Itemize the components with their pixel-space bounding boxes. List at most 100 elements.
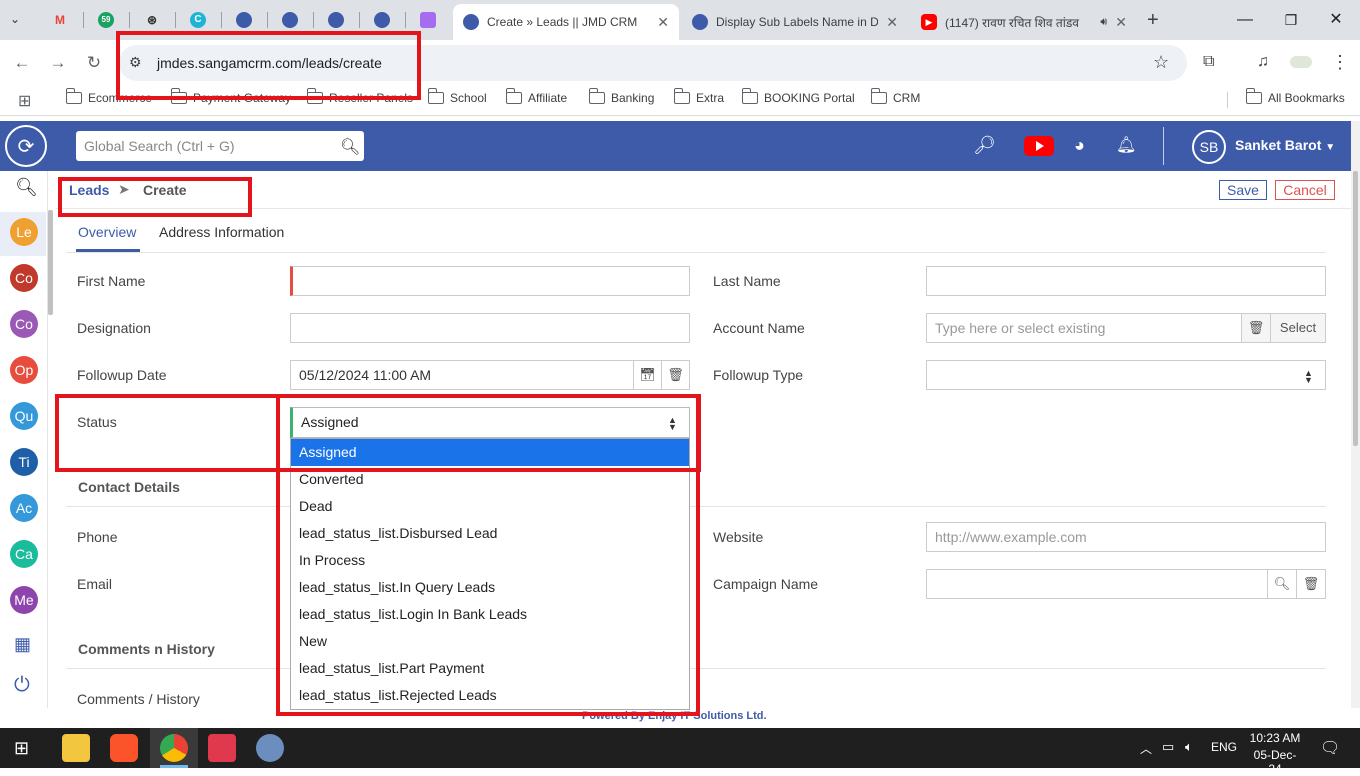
campaign-search-icon[interactable]: 🔍︎	[1267, 569, 1297, 599]
crm-pinned-icon-2[interactable]	[278, 8, 302, 32]
bookmark-folder[interactable]: CRM	[870, 88, 920, 105]
tab-create-leads[interactable]: Create » Leads || JMD CRM ✕	[453, 4, 679, 40]
first-name-field[interactable]	[290, 266, 690, 296]
youtube-icon[interactable]	[1024, 136, 1054, 156]
app-icon[interactable]	[208, 734, 236, 762]
account-name-field[interactable]	[926, 313, 1242, 343]
search-icon[interactable]: 🔍︎	[340, 137, 360, 157]
avatar[interactable]: SB	[1192, 130, 1226, 164]
document-search-icon[interactable]: 🔎︎	[973, 135, 996, 156]
tab-divider	[129, 12, 130, 28]
campaign-name-field[interactable]	[926, 569, 1268, 599]
sidebar-search-icon[interactable]: 🔍︎	[15, 177, 38, 198]
sidebar-item-tickets[interactable]: Ti	[10, 448, 38, 476]
sidebar-item-contacts[interactable]: Co	[10, 264, 38, 292]
close-tab-icon[interactable]: ✕	[886, 14, 898, 31]
apps-grid-icon[interactable]: ⊞	[18, 91, 31, 111]
tab-divider	[175, 12, 176, 28]
close-tab-icon[interactable]: ✕	[1115, 14, 1127, 31]
header-divider	[1163, 127, 1164, 165]
bell-icon[interactable]: 🔔︎	[1116, 135, 1136, 155]
global-search-input[interactable]	[76, 131, 364, 161]
openai-icon[interactable]: ⊛	[140, 8, 164, 32]
tab-overview[interactable]: Overview	[78, 224, 136, 240]
chevron-up-icon[interactable]: ︿	[1140, 740, 1152, 757]
media-control-icon[interactable]: ♫	[1257, 53, 1269, 71]
file-explorer-icon[interactable]	[62, 734, 90, 762]
forward-icon[interactable]: →	[47, 52, 69, 74]
bookmark-folder[interactable]: Extra	[673, 88, 724, 105]
designation-field[interactable]	[290, 313, 690, 343]
minimize-icon[interactable]: —	[1233, 8, 1257, 32]
sidebar-item-calls[interactable]: Ca	[10, 540, 38, 568]
select-account-button[interactable]: Select	[1270, 313, 1326, 343]
paint-icon[interactable]	[256, 734, 284, 762]
crm-logo-icon[interactable]: ⟳	[5, 125, 47, 167]
bookmark-folder[interactable]: Banking	[588, 88, 654, 105]
tab-divider	[359, 12, 360, 28]
bookmark-folder[interactable]: School	[427, 88, 487, 105]
followup-date-field[interactable]: 05/12/2024 11:00 AM	[290, 360, 634, 390]
cancel-button[interactable]: Cancel	[1275, 180, 1335, 200]
all-bookmarks[interactable]: All Bookmarks	[1245, 88, 1345, 105]
new-tab-icon[interactable]: +	[1147, 9, 1159, 32]
sidebar-item-activities[interactable]: Ac	[10, 494, 38, 522]
clear-campaign-trash-icon[interactable]: 🗑︎	[1296, 569, 1326, 599]
user-menu[interactable]: Sanket Barot ▼	[1235, 137, 1335, 153]
chrome-menu-icon[interactable]: ⋮	[1331, 52, 1349, 73]
app-pinned-icon[interactable]	[416, 8, 440, 32]
clock-date[interactable]: 05-Dec-24	[1247, 748, 1303, 776]
pinned-tab-badge[interactable]: 59	[94, 8, 118, 32]
sidebar-scrollbar[interactable]	[48, 210, 53, 315]
windows-start-icon[interactable]: ⊞	[14, 738, 29, 759]
last-name-field[interactable]	[926, 266, 1326, 296]
tab-divider	[267, 12, 268, 28]
tab-youtube[interactable]: ▶ (1147) रावण रचित शिव तांडव 🔊︎ ✕	[911, 4, 1137, 40]
website-field[interactable]	[926, 522, 1326, 552]
notification-icon[interactable]: 🗨︎	[1320, 738, 1340, 758]
network-icon[interactable]: ▭	[1162, 739, 1174, 755]
brave-browser-icon[interactable]	[110, 734, 138, 762]
close-tab-icon[interactable]: ✕	[657, 14, 669, 31]
phone-label: Phone	[77, 529, 118, 545]
canva-icon[interactable]: C	[186, 8, 210, 32]
save-button[interactable]: Save	[1219, 180, 1267, 200]
modules-list-icon[interactable]: ▦	[14, 634, 31, 655]
calendar-icon[interactable]: 📅︎	[633, 360, 662, 390]
bookmark-folder[interactable]: Affiliate	[505, 88, 567, 105]
globe-icon[interactable]: ◕	[1074, 135, 1085, 156]
chrome-icon[interactable]	[160, 734, 188, 762]
active-tab-underline	[76, 249, 140, 252]
power-icon[interactable]: ⏻	[14, 674, 30, 697]
sidebar-item-quotes[interactable]: Qu	[10, 402, 38, 430]
gmail-icon[interactable]: M	[48, 8, 72, 32]
language-indicator[interactable]: ENG	[1211, 740, 1237, 754]
bookmark-folder[interactable]: BOOKING Portal	[741, 88, 855, 105]
tab-address-information[interactable]: Address Information	[159, 224, 284, 240]
clear-account-trash-icon[interactable]: 🗑︎	[1241, 313, 1271, 343]
profile-icon[interactable]	[1290, 56, 1312, 68]
tab-display-sub-labels[interactable]: Display Sub Labels Name in D ✕	[682, 4, 908, 40]
close-window-icon[interactable]: ✕	[1324, 8, 1348, 32]
clock-time[interactable]: 10:23 AM	[1247, 731, 1303, 745]
extensions-icon[interactable]: ⧉	[1203, 53, 1214, 71]
sidebar-item-leads[interactable]: Le	[10, 218, 38, 246]
crm-pinned-icon-3[interactable]	[324, 8, 348, 32]
tab-search-icon[interactable]: ⌄	[10, 12, 20, 26]
restore-icon[interactable]: ❐	[1279, 8, 1303, 32]
clear-date-trash-icon[interactable]: 🗑︎	[661, 360, 690, 390]
tab-divider	[405, 12, 406, 28]
bookmark-star-icon[interactable]: ☆	[1153, 52, 1169, 73]
followup-type-select[interactable]	[926, 360, 1326, 390]
sidebar-item-companies[interactable]: Co	[10, 310, 38, 338]
reload-icon[interactable]: ↻	[83, 52, 105, 74]
crm-pinned-icon-4[interactable]	[370, 8, 394, 32]
page-scrollbar-thumb[interactable]	[1353, 171, 1358, 446]
crm-pinned-icon-1[interactable]	[232, 8, 256, 32]
sidebar-item-meetings[interactable]: Me	[10, 586, 38, 614]
folder-icon	[741, 88, 758, 104]
audio-playing-icon[interactable]: 🔊︎	[1100, 16, 1107, 29]
sidebar-item-opportunities[interactable]: Op	[10, 356, 38, 384]
back-icon[interactable]: ←	[11, 52, 33, 74]
volume-icon[interactable]: 🔈︎	[1185, 739, 1193, 755]
